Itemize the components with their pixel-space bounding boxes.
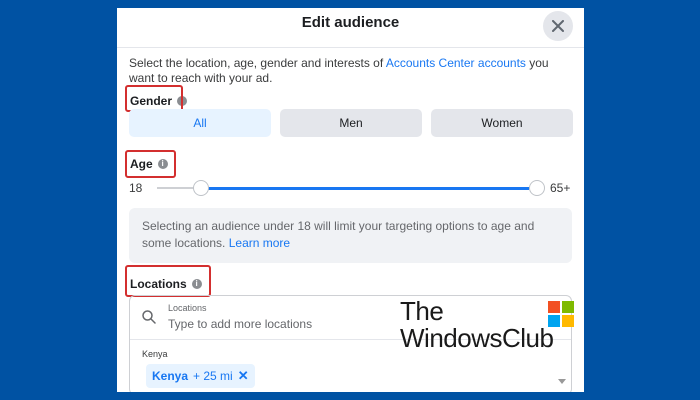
gender-option-all[interactable]: All: [129, 109, 271, 137]
country-label: Kenya: [142, 349, 168, 359]
intro-prefix: Select the location, age, gender and int…: [129, 56, 386, 70]
dialog-title: Edit audience: [301, 14, 400, 31]
dialog-header: Edit audience: [117, 8, 584, 48]
close-button[interactable]: [543, 11, 573, 41]
scroll-down-icon[interactable]: [558, 379, 566, 384]
watermark-line2: WindowsClub: [400, 323, 554, 353]
intro-text: Select the location, age, gender and int…: [129, 56, 577, 86]
age-min-handle[interactable]: [193, 180, 209, 196]
accounts-center-link[interactable]: Accounts Center accounts: [386, 56, 526, 70]
age-min-value: 18: [129, 181, 143, 195]
gender-option-women[interactable]: Women: [431, 109, 573, 137]
location-field-label: Locations: [168, 303, 207, 313]
location-search-input[interactable]: Type to add more locations: [168, 317, 312, 331]
age-notice-text: Selecting an audience under 18 will limi…: [142, 219, 535, 250]
location-chip[interactable]: Kenya + 25 mi ✕: [146, 364, 255, 388]
search-icon: [142, 310, 156, 324]
learn-more-link[interactable]: Learn more: [229, 236, 290, 250]
thewindowsclub-watermark: The WindowsClub: [398, 296, 578, 356]
close-icon: [552, 20, 564, 32]
gender-highlight-box: [125, 85, 183, 112]
location-chip-name: Kenya: [152, 369, 189, 383]
remove-location-icon[interactable]: ✕: [238, 368, 249, 384]
age-slider-range: [201, 187, 529, 190]
gender-option-men[interactable]: Men: [280, 109, 422, 137]
age-max-value: 65+: [550, 181, 571, 195]
age-notice: Selecting an audience under 18 will limi…: [129, 208, 572, 263]
locations-highlight-box: [125, 265, 211, 297]
age-max-handle[interactable]: [529, 180, 545, 196]
age-highlight-box: [125, 150, 176, 178]
location-chip-radius[interactable]: + 25 mi: [193, 369, 233, 383]
